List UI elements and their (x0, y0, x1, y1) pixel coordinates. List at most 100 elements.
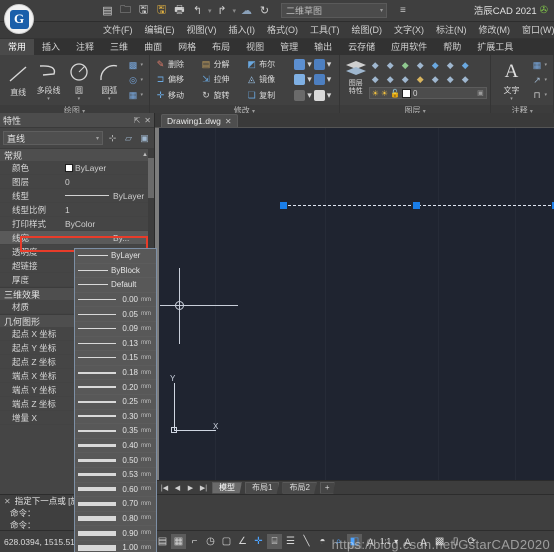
tab-3d[interactable]: 三维 (102, 39, 136, 55)
lineweight-option[interactable]: 0.30 mm (75, 410, 156, 425)
close-icon[interactable]: ✕ (144, 116, 151, 125)
tab-cloud[interactable]: 云存储 (340, 39, 383, 55)
lineweight-option[interactable]: 0.60 mm (75, 483, 156, 498)
draw-hatch-button[interactable]: ▩ ▾ (126, 58, 146, 72)
new-icon[interactable]: ▤ (100, 3, 115, 18)
modify-stretch-button[interactable]: ⇲ 拉伸 (199, 73, 245, 87)
layer-lock-state-icon[interactable]: 🔓 (390, 89, 400, 98)
layer-on-icon[interactable]: ☀ (372, 89, 379, 98)
lineweight-option[interactable]: Default (75, 278, 156, 293)
tab-help[interactable]: 帮助 (435, 39, 469, 55)
rectangle-caret-icon[interactable]: ▾ (327, 90, 332, 101)
property-value-lineweight[interactable]: By... (62, 233, 154, 243)
layer-lock-fade-icon[interactable]: ◆ (414, 74, 427, 85)
draw-circle-button[interactable]: 圆 ▾ (64, 59, 94, 102)
lineweight-option[interactable]: ByBlock (75, 264, 156, 279)
lineweight-option[interactable]: 0.50 mm (75, 453, 156, 468)
lineweight-option[interactable]: 0.00 mm (75, 293, 156, 308)
tab-manage[interactable]: 管理 (272, 39, 306, 55)
property-value-linetype-scale[interactable]: 1 (62, 205, 154, 215)
modify-mirror-button[interactable]: ◬ 镜像 (244, 73, 290, 87)
lineweight-dropdown[interactable]: ByLayer ByBlock Default 0.00 mm 0.05 mm 0.09 mm 0… (74, 248, 157, 552)
tab-apps[interactable]: 应用软件 (383, 39, 435, 55)
menu-item-view[interactable]: 视图(V) (181, 22, 223, 39)
menu-item-draw[interactable]: 绘图(D) (346, 22, 389, 39)
properties-scrollbar-thumb[interactable] (148, 158, 154, 198)
angle-icon[interactable]: ∠ (235, 534, 250, 549)
menu-item-window[interactable]: 窗口(W) (516, 22, 554, 39)
lineweight-option[interactable]: ByLayer (75, 249, 156, 264)
menu-item-dimension[interactable]: 标注(N) (430, 22, 473, 39)
arc-caret-icon[interactable]: ▾ (108, 96, 111, 101)
layer-walk-icon[interactable]: ◆ (459, 74, 472, 85)
nav-prev-icon[interactable]: ◀ (172, 482, 183, 493)
draw-polyline-button[interactable]: 多段线 ▾ (33, 59, 63, 102)
nav-first-icon[interactable]: |◀ (159, 482, 170, 493)
lineweight-option[interactable]: 0.25 mm (75, 395, 156, 410)
lineweight-option[interactable]: 0.20 mm (75, 380, 156, 395)
canvas[interactable]: Y X (155, 127, 554, 480)
layer-make-current-icon[interactable]: ◆ (429, 60, 442, 71)
polar-icon[interactable]: ◷ (203, 534, 218, 549)
object-type-combo[interactable]: 直线 ▾ (3, 131, 103, 145)
modify-rotate-button[interactable]: ↻ 旋转 (199, 88, 245, 102)
grip-mid[interactable] (413, 202, 420, 209)
lineweight-option[interactable]: 0.05 mm (75, 307, 156, 322)
hatch-caret-icon[interactable]: ▾ (141, 62, 144, 68)
snap-icon[interactable]: ⌐ (187, 534, 202, 549)
layer-delete-icon[interactable]: ◆ (444, 74, 457, 85)
layer-unlock-icon[interactable]: ◆ (384, 74, 397, 85)
tab-express-tools[interactable]: 扩展工具 (469, 39, 521, 55)
annotate-leader-button[interactable]: ↗ ▾ (529, 73, 549, 87)
lineweight-option[interactable]: 0.70 mm (75, 497, 156, 512)
property-row-layer[interactable]: 图层 0 (0, 175, 154, 189)
array-caret-icon[interactable]: ▾ (307, 59, 312, 70)
annotate-dim-caret-icon[interactable]: ▾ (544, 92, 547, 98)
layer-properties-button[interactable]: 图层 特性 (343, 58, 369, 97)
annotate-leader-caret-icon[interactable]: ▾ (544, 77, 547, 83)
tab-view[interactable]: 视图 (238, 39, 272, 55)
grid-icon[interactable]: ▦ (171, 534, 186, 549)
table-caret-icon[interactable]: ▾ (141, 92, 144, 98)
tab-output[interactable]: 输出 (306, 39, 340, 55)
redo-caret-icon[interactable]: ▾ (233, 7, 237, 15)
modify-erase-button[interactable]: ✎ 删除 (153, 58, 199, 72)
draw-table-button[interactable]: ▦ ▾ (126, 88, 146, 102)
lineweight-option[interactable]: 0.09 mm (75, 322, 156, 337)
property-row-linetype[interactable]: 线型 ByLayer (0, 189, 154, 203)
otrack-icon[interactable]: ✛ (251, 534, 266, 549)
lineweight-option[interactable]: 1.00 mm (75, 541, 156, 552)
document-tab[interactable]: Drawing1.dwg ✕ (161, 114, 238, 127)
trim-icon[interactable] (294, 74, 306, 86)
layer-previous-icon[interactable]: ◆ (459, 60, 472, 71)
lineweight-option[interactable]: 0.18 mm (75, 366, 156, 381)
layer-expand-icon[interactable]: ▣ (477, 89, 484, 97)
qat-more-button[interactable]: ≡ (400, 5, 406, 16)
lineweight-option[interactable]: 0.35 mm (75, 424, 156, 439)
print-icon[interactable]: 🖶 (172, 3, 187, 18)
layer-selector[interactable]: ☀ ☀ 🔓 0 ▣ (368, 87, 487, 99)
menu-item-edit[interactable]: 编辑(E) (139, 22, 181, 39)
menu-item-format[interactable]: 格式(O) (261, 22, 304, 39)
tab-mesh[interactable]: 网格 (170, 39, 204, 55)
lineweight-option[interactable]: 0.90 mm (75, 526, 156, 541)
tab-layout[interactable]: 布局 (204, 39, 238, 55)
annotate-table-caret-icon[interactable]: ▾ (544, 62, 547, 68)
layer-isolate-icon[interactable]: ◆ (369, 60, 382, 71)
scale-icon[interactable] (313, 59, 325, 71)
property-value-layer[interactable]: 0 (62, 177, 154, 187)
ducs-icon[interactable]: ⌸ (267, 534, 282, 549)
menu-item-tools[interactable]: 工具(T) (304, 22, 346, 39)
osnap-icon[interactable]: ▢ (219, 534, 234, 549)
lineweight-icon[interactable]: ╲ (299, 534, 314, 549)
layer-match-icon[interactable]: ◆ (444, 60, 457, 71)
dyn-input-icon[interactable]: ☰ (283, 534, 298, 549)
lineweight-option[interactable]: 0.40 mm (75, 439, 156, 454)
menu-item-insert[interactable]: 插入(I) (223, 22, 262, 39)
menu-item-modify[interactable]: 修改(M) (473, 22, 517, 39)
lineweight-option[interactable]: 0.53 mm (75, 468, 156, 483)
draw-ellipse-button[interactable]: ◎ ▾ (126, 73, 146, 87)
refresh-icon[interactable]: ↻ (257, 3, 272, 18)
modify-explode-button[interactable]: ▤ 分解 (199, 58, 245, 72)
layer-lock-icon[interactable]: ◆ (369, 74, 382, 85)
